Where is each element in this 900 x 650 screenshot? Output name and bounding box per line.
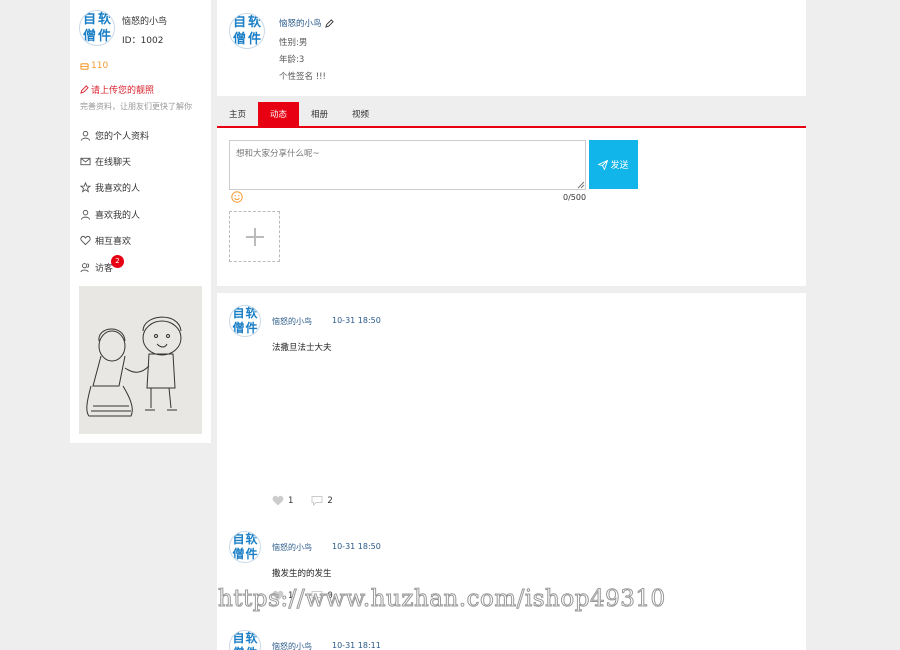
resize-handle-icon[interactable] — [577, 181, 585, 189]
edit-icon[interactable] — [324, 18, 334, 28]
profile-name[interactable]: 恼怒的小鸟 — [279, 17, 334, 29]
logo-char: 软 — [247, 15, 261, 30]
post-composer: 发送 0/500 — [217, 128, 806, 286]
logo-char: 自 — [82, 12, 96, 27]
pencil-icon — [80, 85, 89, 94]
upload-photo-label: 请上传您的靓照 — [91, 86, 155, 96]
logo-char: 软 — [245, 631, 258, 645]
post-time: 10-31 18:11 — [332, 641, 381, 650]
feed-post: 自 软 僧 件 恼怒的小鸟 10-31 18:11 — [217, 630, 806, 650]
logo-char: 自 — [232, 15, 246, 30]
profile-gender: 性别:男 — [279, 38, 308, 48]
coins-value: 110 — [91, 61, 109, 71]
comment-count: 2 — [327, 495, 333, 506]
sidebar-item-likes-me[interactable]: 喜欢我的人 — [80, 201, 205, 227]
logo-char: 件 — [245, 321, 258, 335]
user-icon — [80, 130, 91, 141]
sidebar-item-label: 相互喜欢 — [95, 237, 132, 248]
char-counter: 0/500 — [563, 193, 587, 202]
sidebar-item-label: 在线聊天 — [95, 158, 132, 169]
feed-post: 自 软 僧 件 恼怒的小鸟 10-31 18:50 法撒旦法士大夫 1 2 — [217, 305, 806, 515]
sidebar-item-label: 您的个人资料 — [95, 131, 150, 142]
add-image-button[interactable] — [229, 211, 280, 262]
logo-char: 自 — [232, 631, 245, 645]
profile-signature: 个性签名 !!! — [279, 72, 326, 82]
sidebar-item-liked[interactable]: 我喜欢的人 — [80, 175, 205, 201]
profile-age: 年龄:3 — [279, 55, 305, 65]
tab-activity[interactable]: 动态 — [258, 102, 300, 126]
tab-album[interactable]: 相册 — [299, 102, 340, 126]
logo-char: 件 — [245, 547, 258, 561]
logo-char: 件 — [247, 32, 261, 47]
couple-illustration — [79, 286, 202, 434]
sidebar-item-visitors[interactable]: 访客 2 — [80, 254, 205, 280]
profile-avatar[interactable]: 自 软 僧 件 — [229, 13, 265, 49]
plus-icon — [245, 227, 264, 246]
logo-char: 件 — [97, 29, 111, 44]
profile-hint: 完善资料，让朋友们更快了解你 — [80, 102, 192, 111]
tab-video[interactable]: 视频 — [340, 102, 381, 126]
logo-char: 僧 — [232, 32, 246, 47]
coins-balance: 110 — [80, 61, 108, 71]
post-text: 法撒旦法士大夫 — [272, 343, 332, 353]
post-input[interactable] — [229, 140, 586, 190]
sidebar-item-label: 喜欢我的人 — [95, 210, 141, 221]
logo-char: 软 — [245, 306, 258, 320]
username: 恼怒的小鸟 — [122, 17, 168, 27]
post-author[interactable]: 恼怒的小鸟 — [272, 542, 312, 553]
sidebar-item-profile[interactable]: 您的个人资料 — [80, 122, 205, 148]
user-icon — [80, 209, 91, 220]
post-author[interactable]: 恼怒的小鸟 — [272, 316, 312, 327]
heart-icon — [80, 236, 91, 246]
post-author[interactable]: 恼怒的小鸟 — [272, 641, 312, 650]
post-avatar[interactable]: 自 软 僧 件 — [229, 531, 261, 563]
emoji-icon[interactable] — [231, 191, 243, 203]
paper-plane-icon — [598, 159, 609, 170]
like-count: 1 — [288, 495, 294, 506]
logo-char: 僧 — [82, 29, 96, 44]
profile-card: 自 软 僧 件 恼怒的小鸟 性别:男 年龄:3 个性签名 !!! — [217, 0, 806, 96]
send-label: 发送 — [610, 160, 629, 170]
user-id: ID：1002 — [122, 36, 164, 46]
post-time: 10-31 18:50 — [332, 316, 381, 325]
post-actions: 1 2 — [272, 495, 333, 506]
logo-char: 僧 — [232, 547, 245, 561]
watermark: https://www.huzhan.com/ishop49310 — [218, 586, 666, 613]
sidebar-item-mutual[interactable]: 相互喜欢 — [80, 228, 205, 254]
logo-char: 软 — [245, 532, 258, 546]
logo-char: 僧 — [232, 321, 245, 335]
profile-name-text: 恼怒的小鸟 — [279, 19, 322, 29]
send-button[interactable]: 发送 — [589, 140, 638, 189]
left-sidebar: 自 软 僧 件 恼怒的小鸟 ID：1002 110 请上传您的靓照 完善资料，让… — [70, 0, 211, 443]
tab-home[interactable]: 主页 — [217, 102, 258, 126]
visitor-count-badge: 2 — [111, 254, 124, 268]
avatar[interactable]: 自 软 僧 件 — [79, 10, 115, 46]
sidebar-item-chat[interactable]: 在线聊天 — [80, 148, 205, 174]
profile-photo[interactable] — [79, 286, 202, 434]
logo-char: 自 — [232, 532, 245, 546]
logo-char: 软 — [97, 12, 111, 27]
post-avatar[interactable]: 自 软 僧 件 — [229, 630, 261, 650]
post-text: 撒发生的的发生 — [272, 569, 332, 579]
post-time: 10-31 18:50 — [332, 542, 381, 551]
profile-tabs: 主页 动态 相册 视频 — [217, 102, 806, 128]
post-avatar[interactable]: 自 软 僧 件 — [229, 305, 261, 337]
comment-icon[interactable] — [311, 495, 323, 506]
coin-icon — [80, 62, 89, 70]
mail-icon — [80, 157, 91, 166]
sidebar-menu: 您的个人资料 在线聊天 我喜欢的人 喜欢我的人 相互喜欢 访客 2 — [80, 122, 205, 280]
upload-photo-link[interactable]: 请上传您的靓照 — [80, 83, 154, 96]
sidebar-item-label: 我喜欢的人 — [95, 184, 141, 195]
star-icon — [80, 182, 91, 194]
like-heart-icon[interactable] — [272, 495, 284, 506]
logo-char: 自 — [232, 306, 245, 320]
users-icon — [80, 262, 90, 272]
